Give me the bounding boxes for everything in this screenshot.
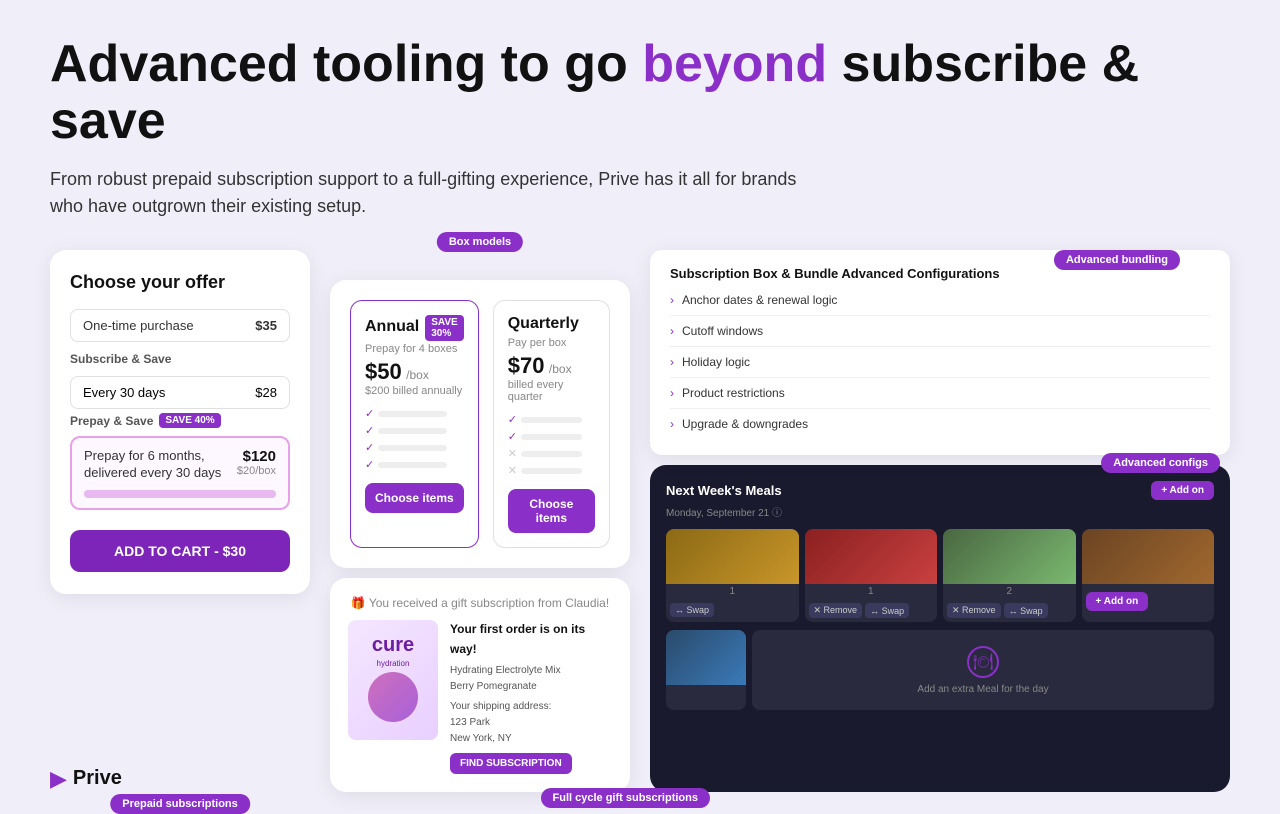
- quarterly-plan[interactable]: Quarterly Pay per box $70 /box billed ev…: [493, 300, 610, 548]
- every-days-row[interactable]: Every 30 days $28: [70, 376, 290, 409]
- quarterly-unit: /box: [549, 362, 572, 376]
- config-anchor-dates[interactable]: › Anchor dates & renewal logic: [670, 285, 1210, 316]
- headline-highlight: beyond: [642, 35, 827, 93]
- config-upgrade-downgrades[interactable]: › Upgrade & downgrades: [670, 409, 1210, 439]
- offer-card-title: Choose your offer: [70, 272, 290, 293]
- headline: Advanced tooling to go beyond subscribe …: [50, 36, 1230, 150]
- quarterly-plan-name: Quarterly: [508, 315, 579, 333]
- meal-planner: Next Week's Meals + Add on Monday, Septe…: [650, 465, 1230, 791]
- save-badge: SAVE 40%: [159, 413, 220, 428]
- add-meal-placeholder[interactable]: 🍽 Add an extra Meal for the day: [752, 630, 1214, 710]
- one-time-label: One-time purchase: [83, 318, 194, 333]
- config-cutoff-windows[interactable]: › Cutoff windows: [670, 316, 1210, 347]
- config-panel: Subscription Box & Bundle Advanced Confi…: [650, 250, 1230, 455]
- content-area: Choose your offer One-time purchase $35 …: [50, 250, 1230, 791]
- meal-item-4: + Add on: [1082, 529, 1215, 622]
- prepay-save-header: Prepay & Save SAVE 40%: [70, 413, 290, 428]
- gift-header: 🎁 You received a gift subscription from …: [348, 596, 612, 610]
- annual-price: $50: [365, 359, 402, 384]
- meal-food-image-5: [666, 630, 746, 685]
- one-time-price: $35: [255, 318, 277, 333]
- prepay-description: Prepay for 6 months, delivered every 30 …: [84, 448, 237, 482]
- subscribe-save-label: Subscribe & Save: [70, 352, 290, 366]
- quarterly-sub: Pay per box: [508, 337, 595, 349]
- prepay-price: $120: [237, 448, 276, 465]
- meal-remove-btn-2[interactable]: ✕ Remove: [809, 603, 863, 618]
- meal-item-5: [666, 630, 746, 710]
- meal-swap-btn-2[interactable]: ↔ Swap: [865, 603, 909, 618]
- headline-before: Advanced tooling to go: [50, 35, 642, 93]
- quarterly-choose-button[interactable]: Choose items: [508, 489, 595, 533]
- subheadline: From robust prepaid subscription support…: [50, 166, 830, 220]
- add-meal-text: Add an extra Meal for the day: [917, 684, 1048, 695]
- meal-food-image-1: [666, 529, 799, 584]
- quarterly-price: $70: [508, 353, 545, 378]
- prepay-per-box: $20/box: [237, 465, 276, 477]
- logo-text: Prive: [73, 767, 122, 790]
- annual-unit: /box: [406, 368, 429, 382]
- annual-save-badge: SAVE 30%: [425, 315, 464, 341]
- meal-item-1: 1 ↔ Swap: [666, 529, 799, 622]
- prepaid-subscriptions-pill: Prepaid subscriptions: [110, 794, 250, 814]
- meal-item-2: 1 ✕ Remove ↔ Swap: [805, 529, 938, 622]
- meal-swap-btn-3[interactable]: ↔ Swap: [1004, 603, 1048, 618]
- advanced-configs-pill: Advanced configs: [1101, 453, 1220, 473]
- meal-food-image-4: [1082, 529, 1215, 584]
- gift-product-image: cure hydration: [348, 620, 438, 740]
- subscribe-price: $28: [255, 385, 277, 400]
- meal-food-image-3: [943, 529, 1076, 584]
- gift-title: Your first order is on its way!: [450, 620, 612, 658]
- prepay-box[interactable]: Prepay for 6 months, delivered every 30 …: [70, 436, 290, 510]
- gift-card: 🎁 You received a gift subscription from …: [330, 578, 630, 791]
- gift-flavor: Berry Pomegranate: [450, 679, 612, 695]
- quarterly-features: ✓ ✓ ✕ ✕: [508, 413, 595, 477]
- prepay-progress-bar: [84, 490, 276, 498]
- meal-planner-title: Next Week's Meals: [666, 483, 782, 498]
- add-on-button[interactable]: + Add on: [1151, 481, 1214, 500]
- quarterly-billed: billed every quarter: [508, 379, 595, 403]
- gift-product: Hydrating Electrolyte Mix: [450, 663, 612, 679]
- annual-choose-button[interactable]: Choose items: [365, 483, 464, 513]
- offer-card: Choose your offer One-time purchase $35 …: [50, 250, 310, 594]
- logo-icon: ▶: [50, 766, 67, 792]
- meal-add-btn-4[interactable]: + Add on: [1086, 592, 1149, 611]
- meal-date: Monday, September 21 ⓘ: [666, 504, 1214, 519]
- meal-remove-btn-3[interactable]: ✕ Remove: [947, 603, 1001, 618]
- advanced-bundling-pill: Advanced bundling: [1054, 250, 1180, 270]
- gift-shipping-label: Your shipping address:: [450, 699, 612, 715]
- logo: ▶ Prive: [50, 766, 122, 792]
- box-models-card: Annual SAVE 30% Prepay for 4 boxes $50 /…: [330, 280, 630, 568]
- every-days-text: Every 30 days: [83, 385, 165, 400]
- add-meal-icon: 🍽: [967, 646, 999, 678]
- meal-swap-btn-1[interactable]: ↔ Swap: [670, 603, 714, 617]
- annual-billed: $200 billed annually: [365, 385, 464, 397]
- gift-confirm-button[interactable]: FIND SUBSCRIPTION: [450, 753, 572, 774]
- box-models-pill: Box models: [437, 232, 523, 252]
- meal-food-image-2: [805, 529, 938, 584]
- annual-plan-name: Annual: [365, 318, 419, 336]
- add-to-cart-button[interactable]: ADD TO CART - $30: [70, 530, 290, 572]
- full-cycle-gift-pill: Full cycle gift subscriptions: [541, 788, 710, 808]
- annual-features: ✓ ✓ ✓ ✓: [365, 407, 464, 471]
- annual-plan[interactable]: Annual SAVE 30% Prepay for 4 boxes $50 /…: [350, 300, 479, 548]
- meal-item-3: 2 ✕ Remove ↔ Swap: [943, 529, 1076, 622]
- right-area: Advanced bundling Subscription Box & Bun…: [650, 250, 1230, 791]
- plans-row: Annual SAVE 30% Prepay for 4 boxes $50 /…: [350, 300, 610, 548]
- config-holiday-logic[interactable]: › Holiday logic: [670, 347, 1210, 378]
- config-product-restrictions[interactable]: › Product restrictions: [670, 378, 1210, 409]
- one-time-option[interactable]: One-time purchase $35: [70, 309, 290, 342]
- annual-sub: Prepay for 4 boxes: [365, 343, 464, 355]
- meal-grid: 1 ↔ Swap 1 ✕ Remove ↔ Swap: [666, 529, 1214, 622]
